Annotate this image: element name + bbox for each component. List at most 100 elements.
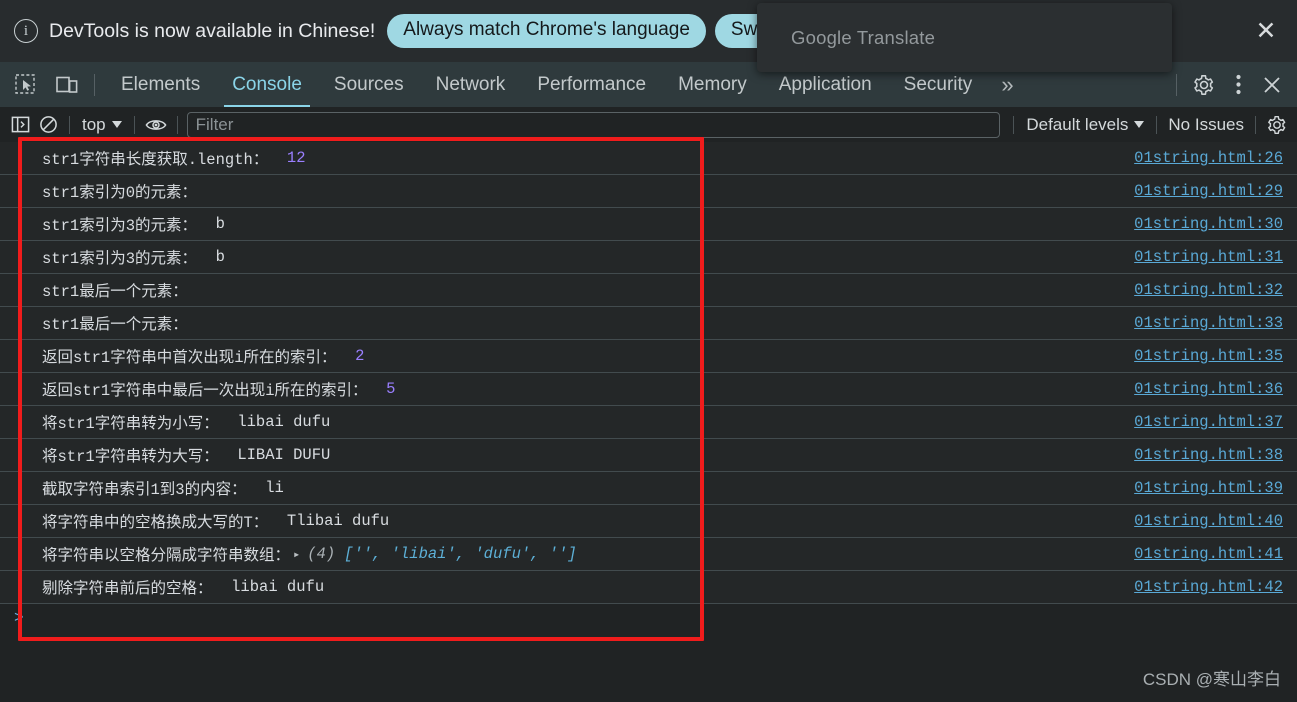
- console-prompt[interactable]: >: [0, 604, 1297, 632]
- log-message-text: str1索引为0的元素：: [42, 184, 198, 202]
- log-value: libai dufu: [212, 578, 325, 596]
- console-log-row[interactable]: str1索引为0的元素： 01string.html:29: [0, 174, 1297, 208]
- log-source-link[interactable]: 01string.html:39: [1134, 479, 1283, 497]
- log-source-link[interactable]: 01string.html:37: [1134, 413, 1283, 431]
- tab-performance[interactable]: Performance: [521, 62, 662, 107]
- log-source-link[interactable]: 01string.html:35: [1134, 347, 1283, 365]
- console-log-row[interactable]: str1最后一个元素： 01string.html:32: [0, 273, 1297, 307]
- log-levels-selector[interactable]: Default levels: [1021, 115, 1149, 135]
- log-source-link[interactable]: 01string.html:40: [1134, 512, 1283, 530]
- log-value: LIBAI DUFU: [218, 446, 331, 464]
- log-message-text: 将str1字符串转为小写：: [42, 415, 219, 433]
- console-log-message: str1字符串长度获取.length： 12: [0, 147, 306, 169]
- banner-message: DevTools is now available in Chinese!: [49, 19, 376, 42]
- google-translate-popup[interactable]: Google Translate: [757, 3, 1172, 72]
- execution-context-label: top: [82, 114, 106, 134]
- chevron-down-icon: [111, 121, 122, 128]
- log-source-link[interactable]: 01string.html:29: [1134, 182, 1283, 200]
- log-value: libai dufu: [218, 413, 331, 431]
- console-log-row[interactable]: 将字符串以空格分隔成字符串数组： ▸ (4) ['', 'libai', 'dufu'…: [0, 537, 1297, 571]
- log-value: 12: [268, 149, 306, 167]
- log-source-link[interactable]: 01string.html:32: [1134, 281, 1283, 299]
- array-expand-toggle-icon[interactable]: ▸: [293, 547, 300, 562]
- log-message-text: 将str1字符串转为大写：: [42, 448, 219, 466]
- log-source-link[interactable]: 01string.html:33: [1134, 314, 1283, 332]
- console-log-row[interactable]: str1最后一个元素： 01string.html:33: [0, 306, 1297, 340]
- toolbar-divider-4: [1013, 115, 1015, 134]
- log-source-link[interactable]: 01string.html:31: [1134, 248, 1283, 266]
- log-source-link[interactable]: 01string.html:36: [1134, 380, 1283, 398]
- log-message-text: 截取字符串索引1到3的内容：: [42, 481, 247, 499]
- console-log-row[interactable]: str1索引为3的元素： b 01string.html:31: [0, 240, 1297, 274]
- log-source-link[interactable]: 01string.html:30: [1134, 215, 1283, 233]
- tab-memory[interactable]: Memory: [662, 62, 763, 107]
- settings-gear-icon[interactable]: [1187, 68, 1221, 102]
- log-value: 5: [367, 380, 396, 398]
- tab-console[interactable]: Console: [216, 62, 318, 107]
- console-log-row[interactable]: 将字符串中的空格换成大写的T： Tlibai dufu 01string.html…: [0, 504, 1297, 538]
- log-value: Tlibai dufu: [268, 512, 390, 530]
- info-circle-icon: i: [14, 19, 38, 43]
- always-match-chrome-language-button[interactable]: Always match Chrome's language: [387, 13, 706, 49]
- log-source-link[interactable]: 01string.html:26: [1134, 149, 1283, 167]
- inspect-element-icon[interactable]: [8, 70, 42, 100]
- toolbar-divider-5: [1156, 115, 1158, 134]
- log-message-text: str1最后一个元素：: [42, 283, 188, 301]
- console-log-message: 将字符串以空格分隔成字符串数组： ▸ (4) ['', 'libai', 'dufu'…: [0, 543, 577, 565]
- console-settings-gear-icon[interactable]: [1263, 112, 1291, 138]
- console-log-row[interactable]: 将str1字符串转为大写： LIBAI DUFU 01string.html:38: [0, 438, 1297, 472]
- close-devtools-icon[interactable]: [1255, 68, 1289, 102]
- log-message-text: 剔除字符串前后的空格：: [42, 580, 213, 598]
- console-log-row[interactable]: 截取字符串索引1到3的内容： li 01string.html:39: [0, 471, 1297, 505]
- execution-context-selector[interactable]: top: [77, 115, 127, 135]
- chevron-down-icon: [1134, 121, 1145, 128]
- device-toolbar-icon[interactable]: [50, 70, 84, 100]
- console-log-message: 返回str1字符串中最后一次出现i所在的索引： 5: [0, 378, 395, 400]
- log-source-link[interactable]: 01string.html:41: [1134, 545, 1283, 563]
- console-log-message: 截取字符串索引1到3的内容： li: [0, 477, 284, 499]
- console-log-row[interactable]: str1字符串长度获取.length： 12 01string.html:26: [0, 142, 1297, 175]
- log-value: li: [246, 479, 284, 497]
- console-toolbar: top Default levels No Issues: [0, 107, 1297, 142]
- console-log-row[interactable]: 将str1字符串转为小写： libai dufu 01string.html:37: [0, 405, 1297, 439]
- tab-elements[interactable]: Elements: [105, 62, 216, 107]
- more-options-icon[interactable]: [1221, 68, 1255, 102]
- console-log-row[interactable]: 返回str1字符串中最后一次出现i所在的索引： 5 01string.html:3…: [0, 372, 1297, 406]
- console-log-message: str1最后一个元素：: [0, 312, 188, 334]
- log-source-link[interactable]: 01string.html:38: [1134, 446, 1283, 464]
- log-message-text: str1最后一个元素：: [42, 316, 188, 334]
- tab-sources[interactable]: Sources: [318, 62, 420, 107]
- log-message-text: 返回str1字符串中最后一次出现i所在的索引：: [42, 382, 368, 400]
- filter-input[interactable]: [186, 111, 1001, 138]
- console-log-message: 剔除字符串前后的空格： libai dufu: [0, 576, 324, 598]
- log-source-link[interactable]: 01string.html:42: [1134, 578, 1283, 596]
- array-preview-value: ['', 'libai', 'dufu', '']: [344, 545, 577, 563]
- console-log-message: str1索引为3的元素： b: [0, 246, 225, 268]
- tab-network[interactable]: Network: [420, 62, 522, 107]
- clear-console-icon[interactable]: [34, 112, 62, 138]
- console-log-list[interactable]: str1字符串长度获取.length： 12 01string.html:26 st…: [0, 142, 1297, 702]
- console-log-message: 将字符串中的空格换成大写的T： Tlibai dufu: [0, 510, 389, 532]
- tabbar-right-divider: [1176, 73, 1177, 96]
- eye-icon[interactable]: [142, 112, 170, 138]
- log-message-text: 返回str1字符串中首次出现i所在的索引：: [42, 349, 337, 367]
- log-value: 2: [336, 347, 365, 365]
- log-message-text: 将字符串中的空格换成大写的T：: [42, 514, 269, 532]
- toolbar-divider-3: [176, 115, 178, 134]
- console-sidebar-icon[interactable]: [6, 112, 34, 138]
- banner-close-icon[interactable]: ✕: [1249, 14, 1283, 48]
- prompt-caret-icon: >: [14, 609, 24, 627]
- console-log-message: str1索引为0的元素：: [0, 180, 197, 202]
- issues-counter[interactable]: No Issues: [1164, 115, 1248, 135]
- toolbar-divider-1: [69, 115, 70, 134]
- console-log-row[interactable]: 返回str1字符串中首次出现i所在的索引： 2 01string.html:35: [0, 339, 1297, 373]
- console-log-row[interactable]: str1索引为3的元素： b 01string.html:30: [0, 207, 1297, 241]
- google-translate-title: Google Translate: [791, 26, 936, 48]
- console-log-row[interactable]: 剔除字符串前后的空格： libai dufu 01string.html:42: [0, 570, 1297, 604]
- console-log-message: 返回str1字符串中首次出现i所在的索引： 2: [0, 345, 364, 367]
- tabbar-divider: [94, 73, 95, 96]
- more-tabs-icon[interactable]: »: [988, 72, 1026, 98]
- csdn-watermark: CSDN @寒山李白: [1142, 670, 1281, 689]
- console-log-message: 将str1字符串转为小写： libai dufu: [0, 411, 330, 433]
- log-message-text: str1索引为3的元素：: [42, 250, 198, 268]
